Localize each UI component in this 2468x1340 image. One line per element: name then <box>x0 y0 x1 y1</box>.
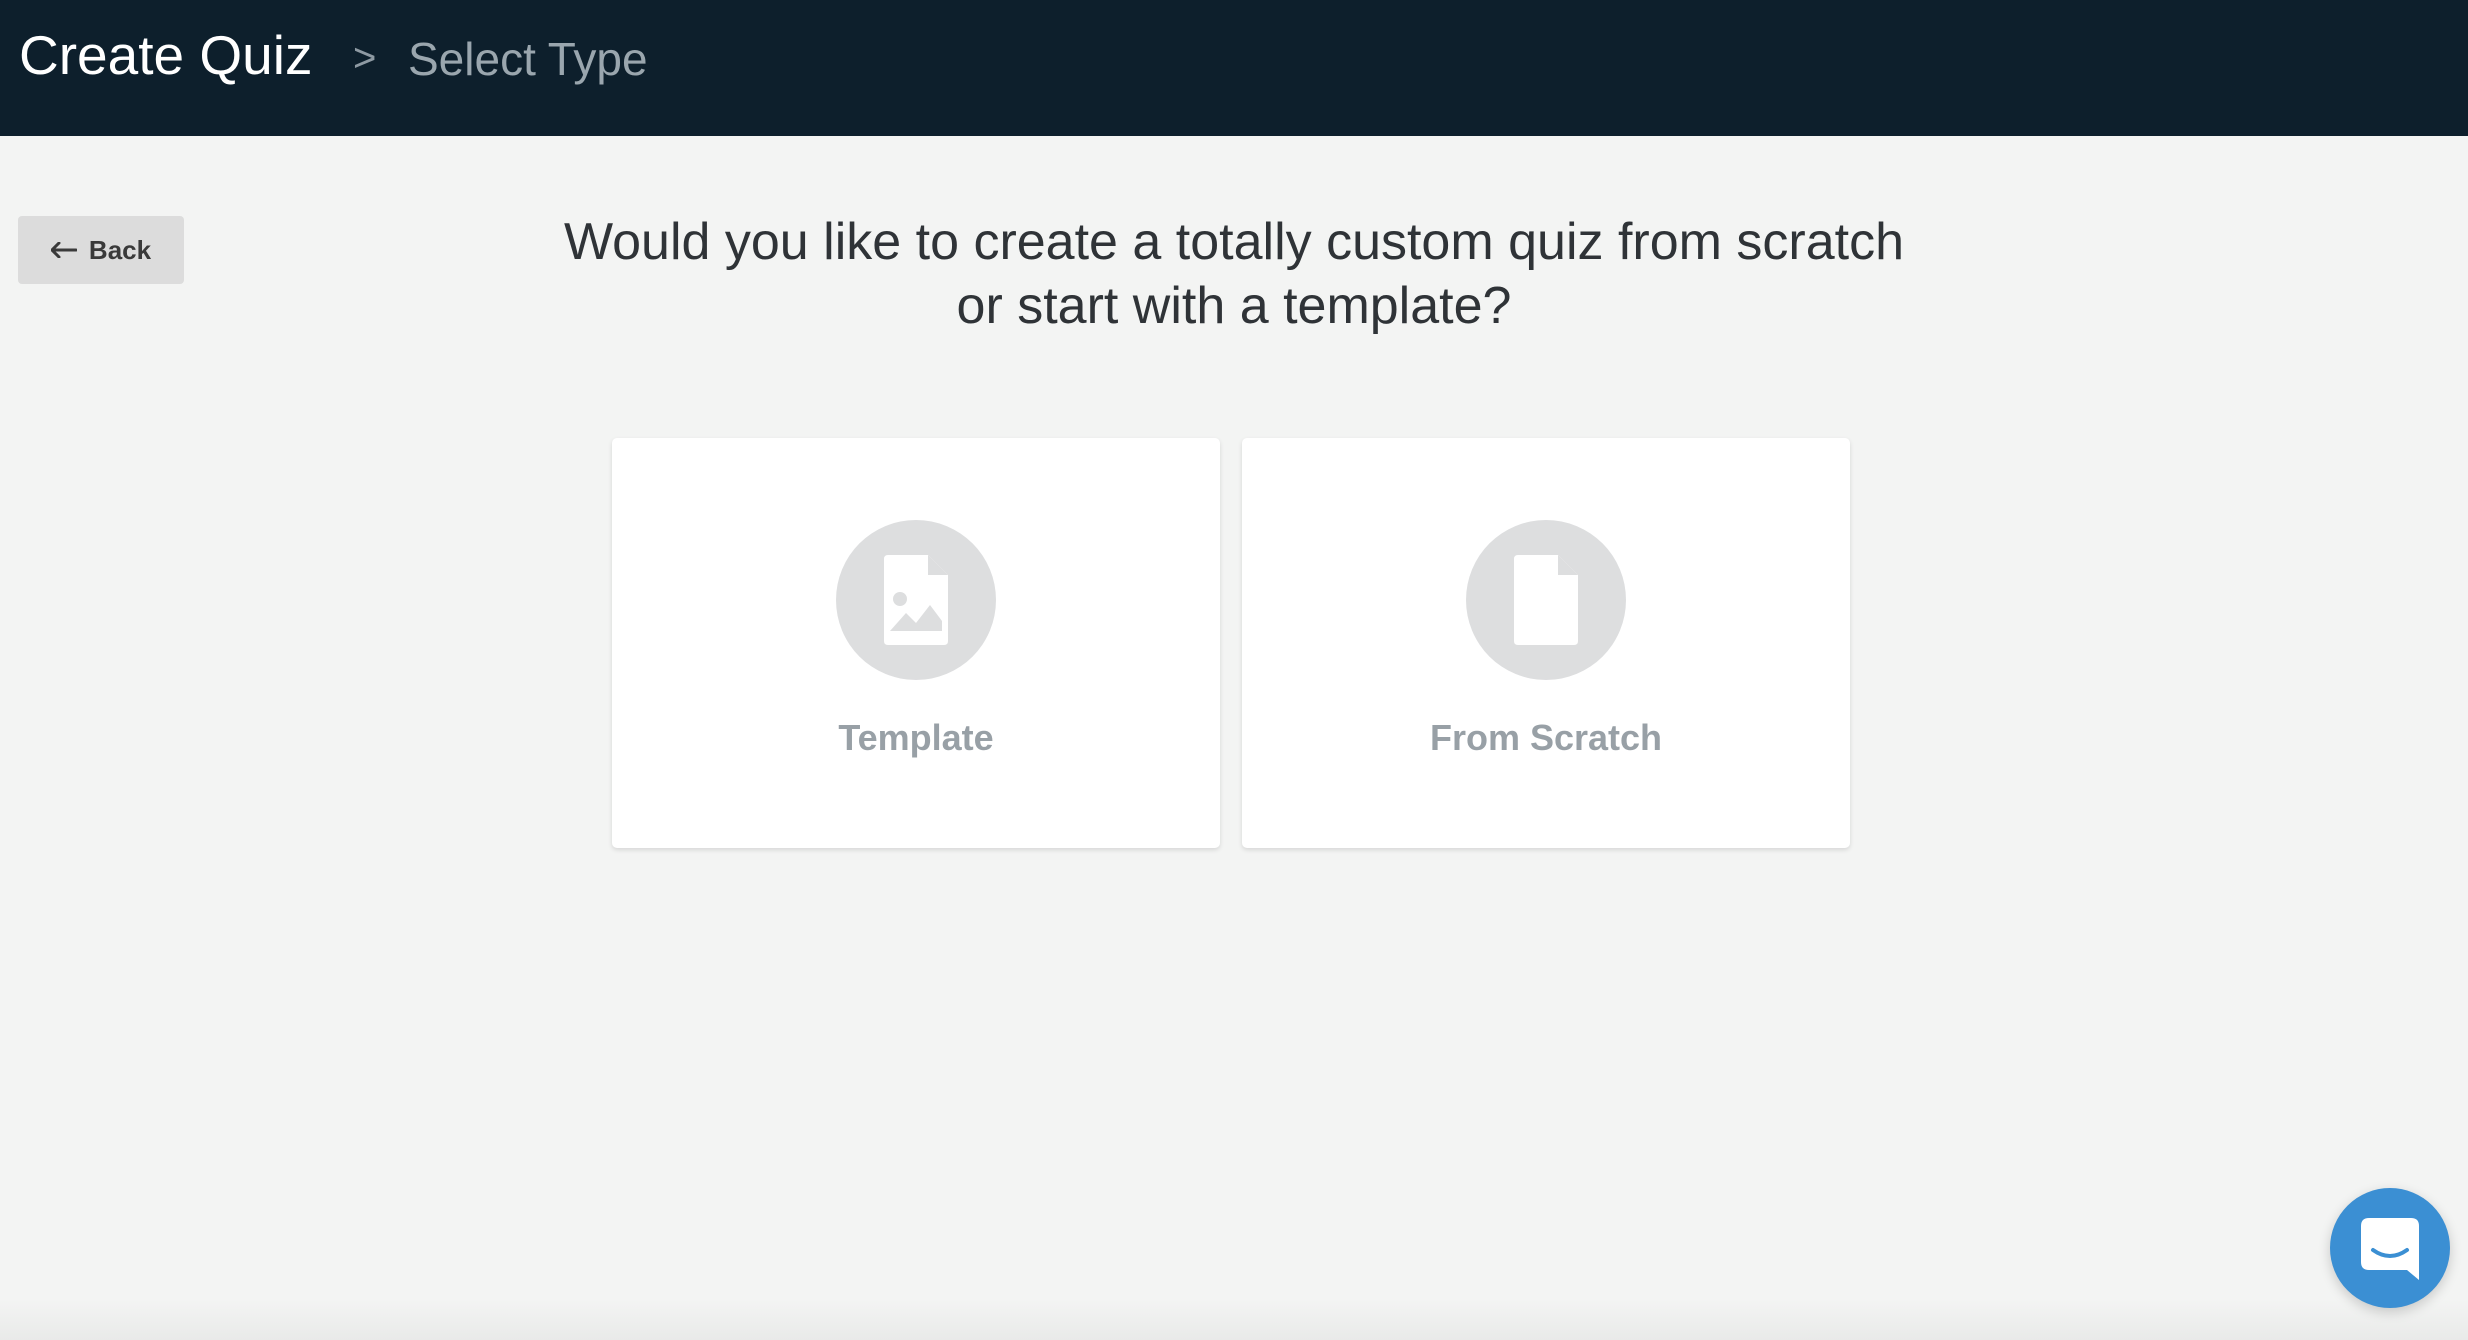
top-header-bar: Create Quiz > Select Type <box>0 0 2468 136</box>
back-button[interactable]: Back <box>18 216 184 284</box>
back-button-label: Back <box>88 234 152 265</box>
question-line-2: or start with a template? <box>956 277 1512 335</box>
blank-file-icon <box>1514 555 1578 645</box>
scratch-icon-circle <box>1466 520 1626 680</box>
template-option-card[interactable]: Template <box>612 438 1220 848</box>
breadcrumb-current-step: Select Type <box>408 33 648 85</box>
chat-bubble-icon <box>2361 1218 2419 1280</box>
bottom-shadow <box>0 1300 2468 1340</box>
breadcrumb-title[interactable]: Create Quiz <box>19 20 312 90</box>
page-question: Would you like to create a totally custo… <box>434 210 2034 338</box>
from-scratch-option-label: From Scratch <box>1429 717 1663 758</box>
image-file-icon <box>884 555 948 645</box>
template-icon-circle <box>836 520 996 680</box>
arrow-left-icon <box>50 241 78 259</box>
template-option-label: Template <box>838 717 994 758</box>
chat-launcher-button[interactable] <box>2330 1188 2450 1308</box>
breadcrumb-separator: > <box>353 36 377 80</box>
question-line-1: Would you like to create a totally custo… <box>563 213 1905 271</box>
from-scratch-option-card[interactable]: From Scratch <box>1242 438 1850 848</box>
